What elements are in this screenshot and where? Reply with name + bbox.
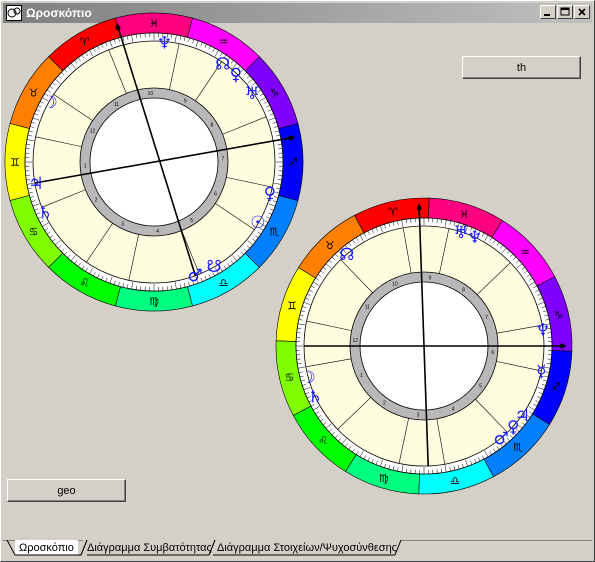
- sign-glyph-leo: ♌: [80, 276, 90, 289]
- axis-arrowhead: [115, 25, 121, 31]
- axis-arrowhead: [288, 135, 294, 141]
- planet-south-node-icon: ☋: [206, 257, 221, 277]
- sign-glyph-sagittarius: ♐: [288, 156, 298, 169]
- planet-venus-icon: ♀: [507, 417, 519, 437]
- sign-glyph-aquarius: ♒: [219, 36, 229, 49]
- sign-glyph-virgo: ♍: [379, 472, 389, 485]
- planet-neptune-icon: ♆: [157, 33, 172, 53]
- planet-north-node-icon: ☊: [339, 245, 354, 265]
- planet-saturn-icon: ♄: [308, 388, 323, 408]
- house-number: 2: [95, 198, 98, 204]
- planet-venus-icon: ♀: [230, 65, 242, 85]
- sign-glyph-libra: ♎: [450, 474, 460, 487]
- sign-glyph-cancer: ♋: [285, 371, 295, 384]
- house-number: 11: [365, 304, 370, 310]
- house-number: 4: [452, 407, 455, 413]
- planet-uranus-icon: ♅: [453, 223, 468, 243]
- house-number: 9: [429, 275, 432, 281]
- axis-arrowhead: [416, 205, 422, 211]
- house-number: 8: [210, 122, 213, 128]
- house-number: 1: [84, 164, 87, 170]
- sign-glyph-libra: ♎: [219, 276, 229, 289]
- house-number: 10: [148, 91, 154, 97]
- house-number: 12: [352, 338, 358, 344]
- planet-sun-icon: ☉: [250, 213, 265, 233]
- planet-jupiter-icon: ♃: [28, 174, 43, 194]
- sign-glyph-capricorn: ♑: [269, 87, 279, 100]
- planet-mercury-icon: ☿: [536, 362, 546, 382]
- th-button[interactable]: th: [462, 56, 581, 79]
- sign-glyph-pisces: ♓: [149, 17, 159, 30]
- house-number: 4: [156, 229, 159, 235]
- sign-glyph-leo: ♌: [318, 434, 328, 447]
- house-number: 3: [121, 221, 124, 227]
- sign-glyph-aquarius: ♒: [520, 246, 530, 259]
- sign-glyph-virgo: ♍: [149, 295, 159, 308]
- tab-bar: Ωροσκόπιο Διάγραμμα Συμβατότητας Διάγραμ…: [3, 538, 594, 560]
- planet-neptune-2-icon: ♆: [535, 320, 550, 340]
- house-number: 6: [491, 350, 494, 356]
- house-number: 11: [114, 102, 119, 108]
- sign-glyph-sagittarius: ♐: [551, 380, 561, 393]
- house-number: 8: [462, 287, 465, 293]
- sign-glyph-pisces: ♓: [459, 208, 469, 221]
- planet-north-node-icon: ☊: [215, 55, 230, 75]
- sign-glyph-gemini: ♊: [10, 156, 20, 169]
- house-number: 5: [190, 218, 193, 224]
- house-number: 7: [222, 156, 225, 162]
- horoscope-charts: 123456789101112♈♉♊♋♌♍♎♏♐♑♒♓☊♀♆♅☽♃♄ ☉♀☋♂12…: [4, 12, 573, 495]
- house-number: 3: [417, 413, 420, 419]
- planet-uranus-icon: ♅: [245, 84, 260, 104]
- geo-button[interactable]: geo: [7, 479, 126, 502]
- house-number: 7: [485, 315, 488, 321]
- planet-saturn-icon: ♄: [38, 204, 53, 224]
- house-number: 5: [479, 384, 482, 390]
- sign-glyph-cancer: ♋: [29, 226, 39, 239]
- sign-glyph-scorpio: ♏: [269, 226, 279, 239]
- house-number: 2: [383, 401, 386, 407]
- right-wheel: 123456789101112♈♉♊♋♌♍ ♎♏♐♑♒♓♆♅♆♄☽♃♀♂☿☊: [275, 197, 573, 495]
- house-number: 10: [392, 281, 398, 287]
- house-number: 6: [214, 191, 217, 197]
- sign-glyph-gemini: ♊: [287, 300, 297, 313]
- sign-glyph-aries: ♈: [80, 36, 90, 49]
- house-number: 9: [184, 99, 187, 105]
- sign-glyph-taurus: ♉: [325, 239, 335, 252]
- left-wheel: 123456789101112♈♉♊♋♌♍♎♏♐♑♒♓☊♀♆♅☽♃♄ ☉♀☋♂: [4, 12, 304, 312]
- main-window: Ωροσκόπιο 1 2 3 4 5 6 7 8 9 10 11 12 ♈ ♉ ♊ ♋ ♌ ♍ ♎ ♏ ♐ ♑ ♒ ♓ ☊ ♀ ♆…: [0, 0, 595, 562]
- sign-glyph-capricorn: ♑: [554, 309, 564, 322]
- sign-glyph-scorpio: ♏: [513, 441, 523, 454]
- tab-outlines: [6, 539, 402, 556]
- sign-glyph-aries: ♈: [388, 206, 398, 219]
- sign-glyph-taurus: ♉: [29, 87, 39, 100]
- planet-neptune-icon: ♆: [467, 228, 482, 248]
- planet-mars-icon: ♂: [494, 429, 509, 449]
- planet-mars-icon: ♂: [187, 266, 202, 286]
- planet-moon-icon: ☽: [42, 93, 57, 113]
- planet-venus-2-icon: ♀: [264, 184, 276, 204]
- axis-arrowhead: [559, 343, 565, 349]
- planet-moon-icon: ☽: [300, 368, 315, 388]
- house-number: 12: [90, 129, 96, 135]
- house-number: 1: [360, 373, 363, 379]
